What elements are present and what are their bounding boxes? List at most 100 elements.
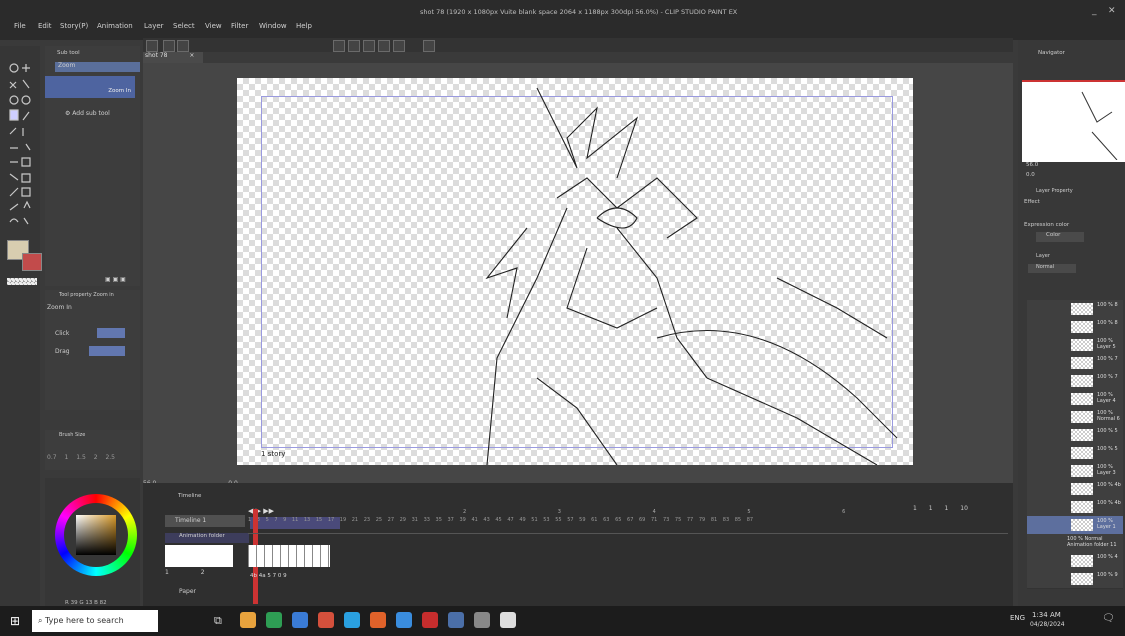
pdf-icon[interactable] (422, 612, 438, 628)
chrome-icon[interactable] (266, 612, 282, 628)
playback-controls[interactable]: ◀ ▶ ▶▶ (248, 507, 274, 515)
timeline-select[interactable]: Timeline 1 (165, 515, 245, 527)
color-wheel[interactable] (55, 494, 137, 576)
obs-icon[interactable] (474, 612, 490, 628)
layer-row[interactable]: 100 % 7 (1027, 372, 1123, 391)
notification-icon[interactable]: 🗨 (1102, 613, 1115, 624)
file-explorer-icon[interactable] (240, 612, 256, 628)
frame-ruler[interactable]: 1 3 5 7 9 11 13 15 17 19 21 23 25 27 29 … (248, 517, 1008, 529)
firefox-icon[interactable] (370, 612, 386, 628)
brush-size-2[interactable]: 1.5 (76, 454, 86, 461)
ruler-icon[interactable] (393, 40, 405, 52)
menu-layer[interactable]: Layer (144, 22, 164, 30)
menu-help[interactable]: Help (296, 22, 312, 30)
sub-color-swatch[interactable] (22, 253, 42, 271)
transparent-color-swatch[interactable] (7, 278, 37, 285)
windows-start-icon[interactable]: ⊞ (10, 614, 20, 628)
layer-thumbnail (1071, 447, 1093, 459)
close-button[interactable]: ✕ (1108, 6, 1116, 16)
save-icon[interactable] (177, 40, 189, 52)
snap-icon[interactable] (423, 40, 435, 52)
minimize-button[interactable]: _ (1092, 6, 1097, 16)
add-subtool-button[interactable]: ⚙ Add sub tool (65, 110, 110, 117)
subtool-panel: Sub tool Zoom Zoom In ⚙ Add sub tool ▣ ▣… (45, 46, 140, 286)
layer-row[interactable]: 100 % 5 (1027, 444, 1123, 463)
transform-icon[interactable] (348, 40, 360, 52)
menu-filter[interactable]: Filter (231, 22, 248, 30)
language-indicator[interactable]: ENG (1010, 614, 1025, 622)
browser-icon[interactable] (292, 612, 308, 628)
layer-row[interactable]: 100 % Normal 6 (1027, 408, 1123, 427)
edge-icon[interactable] (344, 612, 360, 628)
check-icon[interactable] (363, 40, 375, 52)
word-icon[interactable] (448, 612, 464, 628)
layer-row[interactable]: 100 % 8 (1027, 318, 1123, 337)
layer-row[interactable]: 100 % Layer 4 (1027, 390, 1123, 409)
canvas[interactable]: 1 story (237, 78, 913, 465)
menu-window[interactable]: Window (259, 22, 287, 30)
new-file-icon[interactable] (146, 40, 158, 52)
gradient-tool-icon (9, 173, 31, 183)
subtool-group-tab[interactable]: Zoom (55, 62, 140, 72)
timeline-panel: Timeline Timeline 1 ◀ ▶ ▶▶ 1 3 5 7 9 11 … (143, 483, 1013, 606)
brush-size-values[interactable]: 0.7 1 1.5 2 2.5 (47, 454, 115, 461)
subtool-menu-icon[interactable]: ▣ ▣ ▣ (105, 276, 126, 283)
task-view-icon[interactable]: ⧉ (214, 614, 222, 628)
layer-row[interactable]: 100 % Normal Animation folder 11 (1027, 534, 1123, 553)
menu-animation[interactable]: Animation (97, 22, 133, 30)
click-mode-select[interactable] (97, 328, 125, 338)
brush-size-3[interactable]: 2 (94, 454, 98, 461)
layer-row[interactable]: 100 % 8 (1027, 300, 1123, 319)
layer-row[interactable]: 100 % 4 (1027, 552, 1123, 571)
brush-size-4[interactable]: 2.5 (105, 454, 115, 461)
menu-file[interactable]: File (14, 22, 26, 30)
layer-row[interactable]: 100 % 9 (1027, 570, 1123, 589)
frame-number: 21 (351, 517, 359, 523)
clip-studio-icon[interactable] (500, 612, 516, 628)
brush-size-0[interactable]: 0.7 (47, 454, 57, 461)
layer-row[interactable]: 100 % 5 (1027, 426, 1123, 445)
layer-thumbnail (1071, 429, 1093, 441)
clock-time[interactable]: 1:34 AM (1032, 611, 1061, 619)
track-animation-folder[interactable]: Animation folder (165, 533, 249, 543)
navigator-rotation[interactable]: 0.0 (1026, 172, 1035, 178)
saturation-value-square[interactable] (76, 515, 116, 555)
menu-view[interactable]: View (205, 22, 222, 30)
drag-mode-select[interactable] (89, 346, 125, 356)
tool-property-panel: Tool property Zoom in Zoom In Click Drag (45, 290, 140, 410)
layer-row[interactable]: 100 % 4b (1027, 498, 1123, 517)
layer-name: 100 % Layer 3 (1097, 464, 1116, 476)
layer-row[interactable]: 100 % Layer 3 (1027, 462, 1123, 481)
menu-story[interactable]: Story(P) (60, 22, 88, 30)
layer-row[interactable]: 100 % 7 (1027, 354, 1123, 373)
subtool-item-zoom-in[interactable]: Zoom In (45, 76, 135, 98)
layer-row[interactable]: 100 % Layer 5 (1027, 336, 1123, 355)
layer-thumbnail (1071, 465, 1093, 477)
menu-edit[interactable]: Edit (38, 22, 52, 30)
check2-icon[interactable] (378, 40, 390, 52)
clock-date[interactable]: 04/28/2024 (1030, 621, 1065, 628)
expression-color-select[interactable]: Color (1036, 232, 1084, 242)
menu-select[interactable]: Select (173, 22, 195, 30)
app2-icon[interactable] (396, 612, 412, 628)
blend-mode-select[interactable]: Normal (1028, 264, 1076, 273)
layer-row-selected[interactable]: 100 % Layer 1 (1027, 516, 1123, 535)
navigator-preview[interactable] (1022, 80, 1125, 162)
tool-palette (0, 46, 42, 606)
layer-thumbnail (1071, 573, 1093, 585)
document-tab[interactable]: shot 78 × (143, 52, 203, 63)
counter-value: 10 (960, 505, 968, 512)
tool-property-name: Zoom In (47, 304, 72, 311)
clear-icon[interactable] (333, 40, 345, 52)
close-tab-icon[interactable]: × (189, 52, 194, 59)
brush-size-1[interactable]: 1 (64, 454, 68, 461)
open-file-icon[interactable] (163, 40, 175, 52)
animation-cells[interactable] (248, 545, 330, 567)
search-box[interactable]: ⌕ Type here to search (32, 610, 158, 632)
frame-number: 79 (698, 517, 706, 523)
app-icon[interactable] (318, 612, 334, 628)
tool-property-header: Tool property Zoom in (59, 292, 114, 298)
layer-row[interactable]: 100 % 4b (1027, 480, 1123, 499)
track-paper[interactable]: Paper (165, 588, 249, 598)
navigator-zoom[interactable]: 56.0 (1026, 162, 1038, 168)
